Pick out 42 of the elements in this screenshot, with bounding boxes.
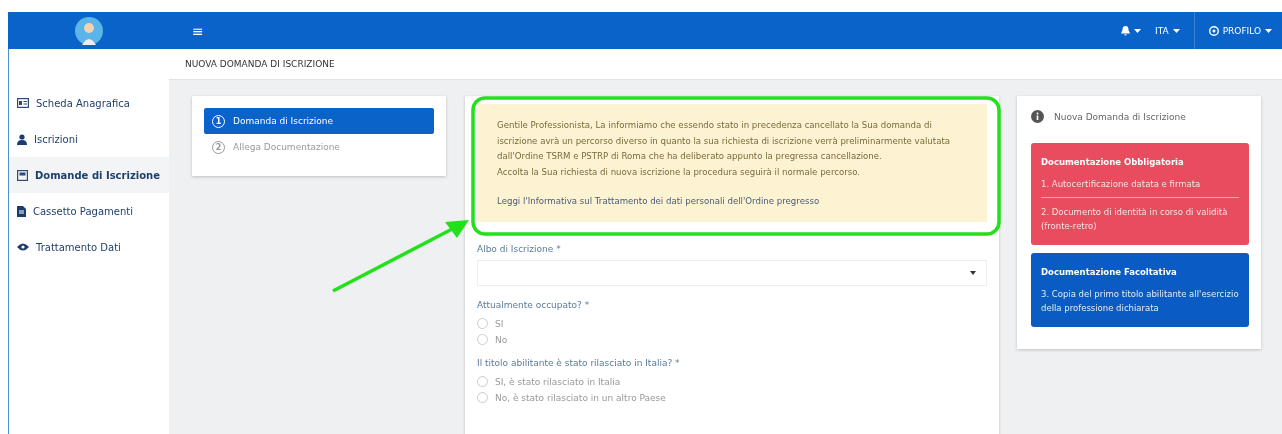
sidebar-item[interactable]: Iscrizioni	[9, 121, 169, 157]
radio-option[interactable]: SI	[477, 315, 987, 332]
field-label: Albo di Iscrizione *	[477, 243, 562, 254]
id-card-icon	[17, 98, 29, 108]
caret-icon	[1134, 28, 1141, 33]
avatar-icon	[75, 16, 103, 45]
caret-icon	[1172, 28, 1180, 33]
caret-icon	[970, 270, 976, 275]
notice-text: Accolta la Sua richiesta di nuova iscrizione la procedura seguirà il normale percorso.	[497, 165, 862, 179]
box-heading: Documentazione Obbligatoria	[1041, 156, 1185, 169]
menu-button[interactable]: ≡	[192, 22, 204, 39]
field-label: Il titolo abilitante è stato rilasciato in Italia? *	[477, 357, 681, 368]
user-icon	[17, 133, 27, 145]
document-item: 1. Autocertificazione datata e firmata	[1041, 178, 1202, 191]
info-icon	[1031, 110, 1044, 123]
info-title: Nuova Domanda di Iscrizione	[1054, 111, 1186, 122]
sidebar-item[interactable]: Trattamento Dati	[9, 229, 169, 265]
notice-text: Gentile Professionista, La informiamo che essendo stato in precedenza cancellato la Sua domanda di iscrizione avrà un percorso diverso in quanto la sua richiesta di iscrizione verrà preliminarmente valutata dall'Ordine TSRM e PSTRP di Roma che ha deliberato appunto la pregressa cancellazione.	[497, 119, 952, 163]
radio-option[interactable]: No	[477, 331, 987, 348]
bell-icon	[1121, 25, 1130, 36]
sidebar-item[interactable]: Cassetto Pagamenti	[9, 193, 169, 229]
document-icon	[17, 205, 26, 217]
step-tab[interactable]: 1 Domanda di Iscrizione	[204, 108, 434, 134]
notifications-button[interactable]	[1121, 25, 1141, 36]
box-heading: Documentazione Facoltativa	[1041, 266, 1178, 279]
select-field[interactable]	[477, 259, 987, 286]
caret-icon	[1265, 28, 1272, 33]
profile-icon	[1208, 25, 1219, 36]
sidebar-item[interactable]: Scheda Anagrafica	[9, 85, 169, 121]
field-label: Attualmente occupato? *	[477, 299, 591, 310]
eye-icon	[17, 243, 29, 251]
document-item: 3. Copia del primo titolo abilitante all'esercizio della professione dichiarata	[1041, 288, 1239, 315]
radio-option[interactable]: SI, è stato rilasciato in Italia	[477, 373, 987, 390]
page-title: NUOVA DOMANDA DI ISCRIZIONE	[169, 49, 1282, 80]
language-menu[interactable]: ITA	[1155, 25, 1180, 36]
form-icon	[17, 169, 28, 181]
step-tab[interactable]: 2 Allega Documentazione	[204, 134, 434, 160]
privacy-link[interactable]: Leggi l'Informativa sul Trattamento dei dati personali dell'Ordine pregresso	[497, 194, 971, 210]
radio-option[interactable]: No, è stato rilasciato in un altro Paese	[477, 389, 987, 406]
profile-menu[interactable]: PROFILO	[1208, 25, 1272, 36]
document-item: 2. Documento di identità in corso di validità (fronte-retro)	[1041, 197, 1239, 233]
sidebar-item[interactable]: Domande di Iscrizione	[9, 157, 169, 193]
